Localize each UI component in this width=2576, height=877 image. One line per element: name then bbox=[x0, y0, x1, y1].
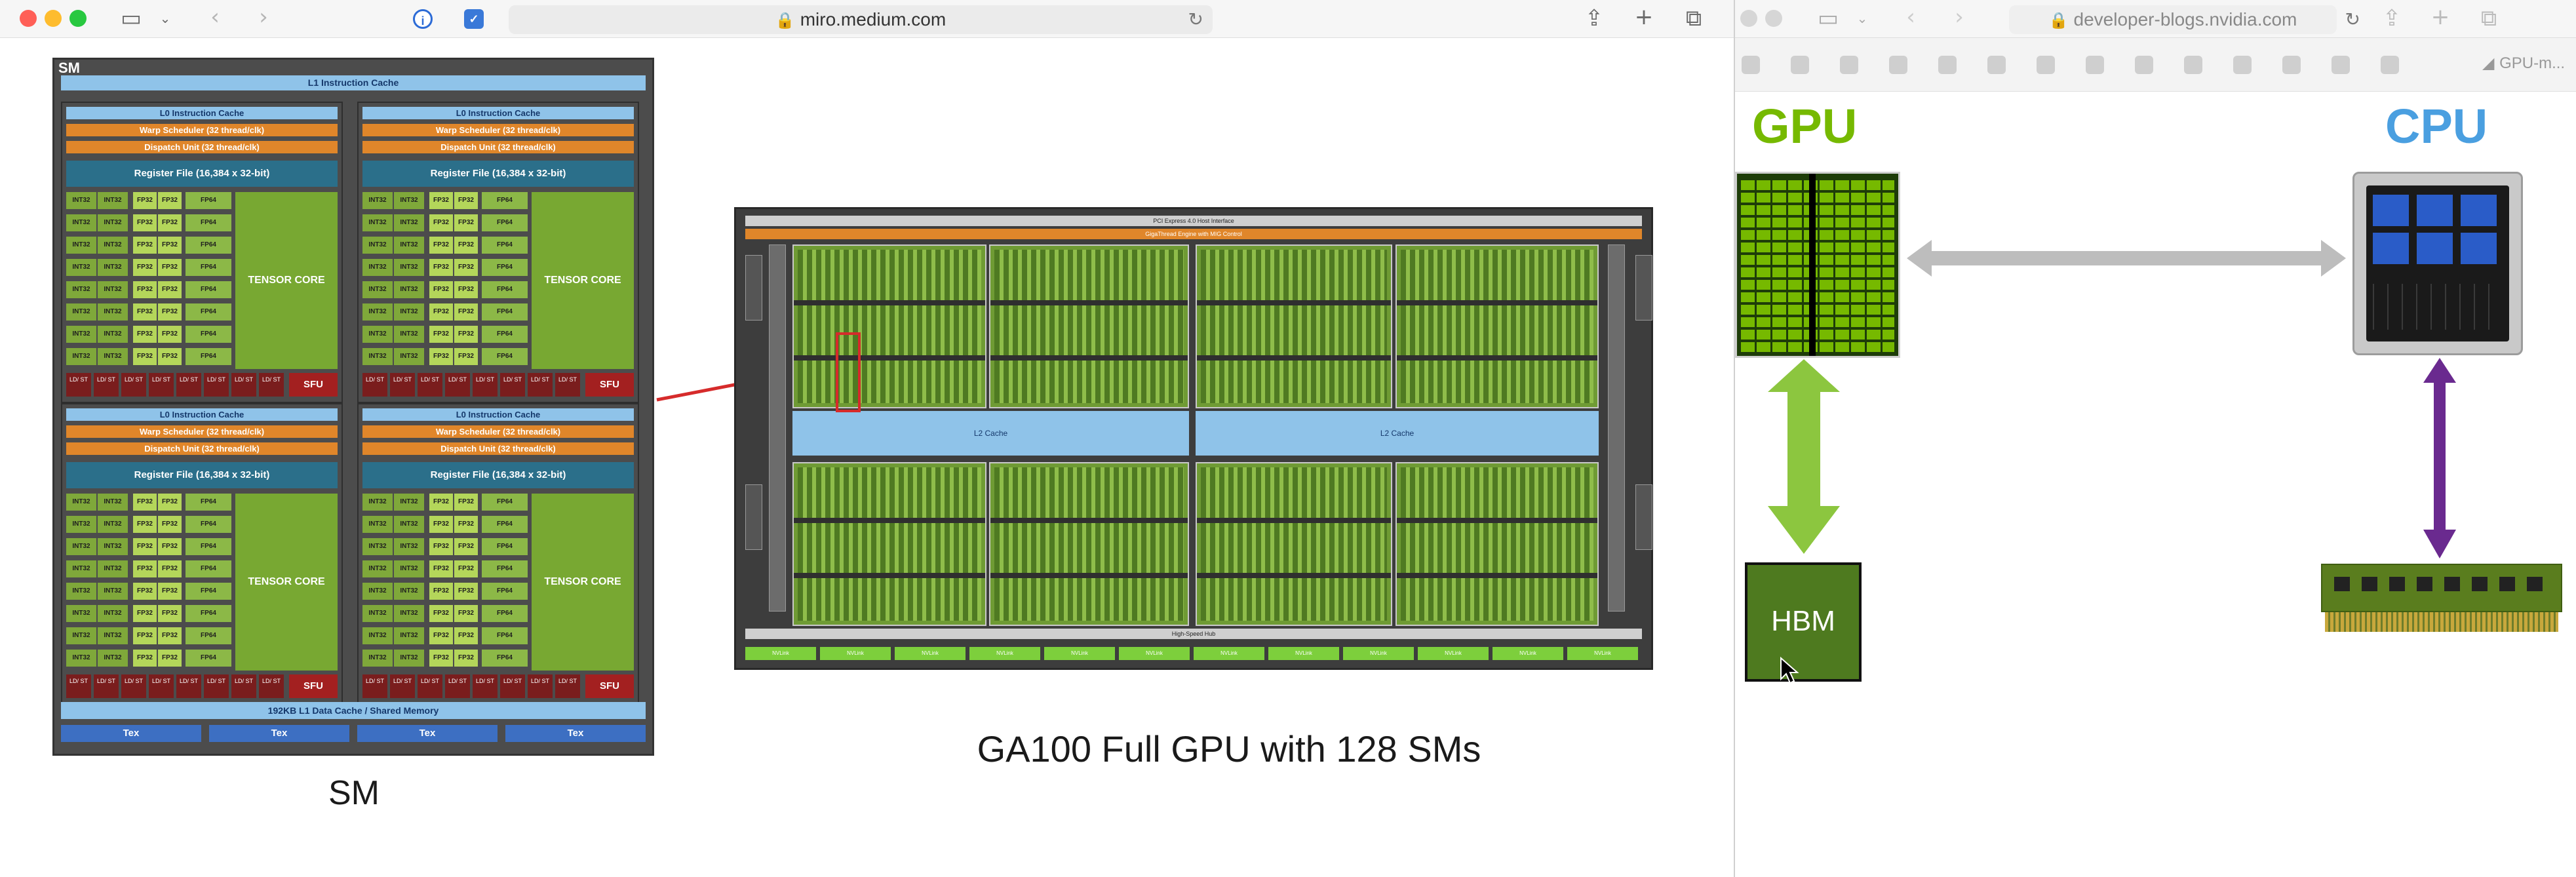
gpc-block bbox=[1395, 244, 1599, 408]
hbm2-stack bbox=[1635, 484, 1652, 550]
gpc-block bbox=[792, 244, 986, 408]
nvlink-port: NVLink bbox=[1268, 647, 1339, 660]
hbm2-stack bbox=[745, 484, 762, 550]
nvlink-port: NVLink bbox=[1343, 647, 1414, 660]
cpu-ram-arrow bbox=[2423, 358, 2456, 558]
l2-cache-right: L2 Cache bbox=[1196, 411, 1599, 456]
nvlink-port: NVLink bbox=[1119, 647, 1190, 660]
gpc-block bbox=[989, 462, 1189, 626]
hbm-memory-icon: HBM bbox=[1745, 562, 1862, 682]
l2-cache-left: L2 Cache bbox=[792, 411, 1189, 456]
browser-window-left: ▭ ⌄ ‹ › i ✓ 🔒 miro.medium.com ↻ ⇪ + ⧉ SM … bbox=[0, 0, 1734, 877]
sm-highlight-box bbox=[836, 332, 861, 412]
nvlink-port: NVLink bbox=[1493, 647, 1563, 660]
gpu-hbm-arrow bbox=[1768, 359, 1840, 554]
ga100-diagram: PCI Express 4.0 Host Interface GigaThrea… bbox=[734, 207, 1653, 670]
nvlink-port: NVLink bbox=[969, 647, 1040, 660]
memory-controller-column bbox=[769, 244, 786, 612]
nvlink-port: NVLink bbox=[820, 647, 891, 660]
high-speed-hub: High-Speed Hub bbox=[745, 629, 1642, 639]
hbm2-stack bbox=[1635, 255, 1652, 321]
hbm2-stack bbox=[745, 255, 762, 321]
memory-controller-column bbox=[1608, 244, 1625, 612]
connection-arrows bbox=[1768, 240, 2456, 558]
nvlink-port: NVLink bbox=[1567, 647, 1638, 660]
gigathread-bar: GigaThread Engine with MIG Control bbox=[745, 229, 1642, 239]
gpc-block bbox=[989, 244, 1189, 408]
pcie-bar: PCI Express 4.0 Host Interface bbox=[745, 216, 1642, 226]
gpc-block bbox=[1196, 244, 1392, 408]
gpc-block bbox=[1395, 462, 1599, 626]
nvlink-port: NVLink bbox=[895, 647, 966, 660]
nvlink-port: NVLink bbox=[1044, 647, 1115, 660]
hbm-label: HBM bbox=[1771, 605, 1835, 637]
gpu-cpu-arrow bbox=[1907, 240, 2346, 277]
nvlink-port: NVLink bbox=[745, 647, 816, 660]
gpc-block bbox=[1196, 462, 1392, 626]
nvlink-port: NVLink bbox=[1194, 647, 1264, 660]
browser-window-right: ▭ ⌄ ‹ › 🔒 developer-blogs.nvidia.com ↻ ⇪ … bbox=[1734, 0, 2576, 877]
mouse-cursor-icon bbox=[1780, 657, 1799, 684]
ram-module-icon bbox=[2321, 564, 2562, 638]
gpc-block bbox=[792, 462, 986, 626]
ga100-caption: GA100 Full GPU with 128 SMs bbox=[977, 728, 1481, 770]
nvlink-port: NVLink bbox=[1418, 647, 1489, 660]
